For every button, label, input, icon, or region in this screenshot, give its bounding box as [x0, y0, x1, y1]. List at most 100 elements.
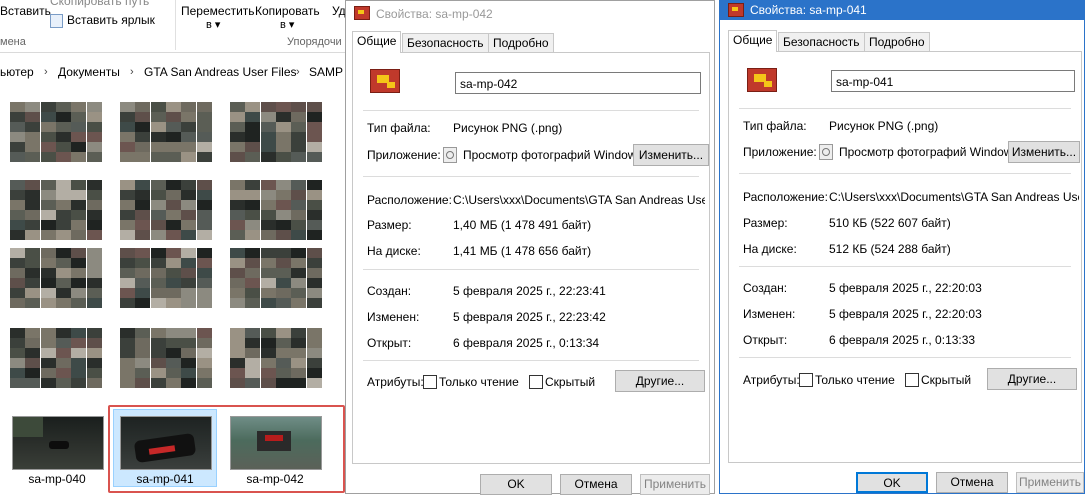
pixel-block	[260, 268, 276, 278]
pixel-block	[120, 368, 135, 378]
delete-button[interactable]: Уд	[332, 4, 346, 18]
pixelated-thumbnail[interactable]	[120, 248, 212, 308]
dialog-titlebar[interactable]: Свойства: sa-mp-041	[720, 1, 1084, 20]
organize-group-label: Упорядочи	[287, 36, 342, 48]
filename-field[interactable]: sa-mp-042	[455, 72, 701, 94]
tab-details[interactable]: Подробно	[488, 33, 554, 52]
pixelated-thumbnail[interactable]	[10, 102, 102, 162]
opened-label: Открыт:	[743, 333, 788, 347]
paste-shortcut-button[interactable]: Вставить ярлык	[67, 13, 155, 27]
tab-security[interactable]: Безопасность	[778, 32, 865, 51]
pixel-block	[196, 288, 212, 298]
pixel-block	[40, 378, 56, 388]
pixel-block	[245, 328, 261, 338]
file-name-label[interactable]: sa-mp-040	[7, 472, 107, 486]
pixel-block	[55, 358, 71, 368]
tab-general[interactable]: Общие	[352, 31, 402, 53]
pixelated-thumbnail[interactable]	[10, 328, 102, 394]
pixel-block	[260, 230, 276, 240]
pixelated-thumbnail[interactable]	[230, 328, 322, 394]
hidden-label[interactable]: Скрытый	[545, 375, 595, 389]
tab-details[interactable]: Подробно	[864, 32, 930, 51]
tab-strip: Общие Безопасность Подробно	[728, 30, 1078, 52]
pixel-block	[10, 122, 25, 132]
pixelated-thumbnail[interactable]	[120, 102, 212, 162]
pixel-block	[306, 142, 322, 152]
pixel-block	[40, 288, 56, 298]
pixel-block	[275, 220, 291, 230]
move-to-button[interactable]: Переместить	[181, 4, 255, 18]
other-attributes-button[interactable]: Другие...	[987, 368, 1077, 390]
paste-button[interactable]: Вставить	[0, 4, 51, 18]
readonly-label[interactable]: Только чтение	[815, 373, 895, 387]
copy-path-button[interactable]: Скопировать путь	[50, 0, 149, 8]
file-thumbnail-sa-mp-040[interactable]	[12, 416, 104, 470]
pixelated-thumbnail[interactable]	[120, 328, 212, 394]
tab-strip: Общие Безопасность Подробно	[352, 31, 712, 53]
breadcrumb-computer[interactable]: ьютер	[0, 60, 34, 84]
pixel-block	[245, 298, 261, 308]
pixel-block	[230, 368, 245, 378]
readonly-checkbox[interactable]	[423, 375, 437, 389]
pixel-block	[245, 102, 261, 112]
breadcrumb-user-files[interactable]: GTA San Andreas User Files	[144, 60, 297, 84]
pixel-block	[245, 348, 261, 358]
readonly-label[interactable]: Только чтение	[439, 375, 519, 389]
hidden-label[interactable]: Скрытый	[921, 373, 971, 387]
dialog-titlebar[interactable]: Свойства: sa-mp-042	[346, 1, 714, 27]
pixel-block	[135, 142, 151, 152]
pixelated-thumbnail[interactable]	[230, 248, 322, 308]
readonly-checkbox[interactable]	[799, 373, 813, 387]
pixel-block	[275, 152, 291, 162]
move-to-arrow[interactable]: в ▾	[206, 18, 220, 31]
pixel-block	[150, 268, 166, 278]
cancel-button[interactable]: Отмена	[560, 474, 632, 495]
apply-button[interactable]: Применить	[1016, 472, 1084, 493]
ok-button[interactable]: OK	[480, 474, 552, 495]
change-app-button[interactable]: Изменить...	[1008, 141, 1080, 163]
pixelated-thumbnail[interactable]	[10, 248, 102, 308]
tab-security[interactable]: Безопасность	[402, 33, 489, 52]
pixel-block	[55, 230, 71, 240]
pixel-block	[71, 190, 87, 200]
pixel-block	[230, 220, 245, 230]
pixel-block	[291, 142, 307, 152]
pixelated-thumbnail[interactable]	[230, 180, 322, 240]
pixel-block	[71, 288, 87, 298]
pixelated-thumbnail[interactable]	[120, 180, 212, 240]
pixel-block	[71, 348, 87, 358]
pixel-block	[55, 368, 71, 378]
pixel-block	[306, 358, 322, 368]
pixel-block	[40, 368, 56, 378]
pixel-block	[10, 210, 25, 220]
pixel-block	[260, 112, 276, 122]
hidden-checkbox[interactable]	[529, 375, 543, 389]
pixel-block	[120, 180, 135, 190]
pixel-block	[150, 142, 166, 152]
pixel-block	[120, 278, 135, 288]
tab-general[interactable]: Общие	[728, 30, 778, 52]
other-attributes-button[interactable]: Другие...	[615, 370, 705, 392]
pixel-block	[260, 248, 276, 258]
ok-button[interactable]: OK	[856, 472, 928, 493]
pixelated-thumbnail[interactable]	[230, 102, 322, 162]
hidden-checkbox[interactable]	[905, 373, 919, 387]
modified-label: Изменен:	[367, 310, 420, 324]
breadcrumb-documents[interactable]: Документы	[58, 60, 120, 84]
copy-to-button[interactable]: Копировать	[255, 4, 320, 18]
pixel-block	[230, 298, 245, 308]
app-label: Приложение:	[367, 148, 441, 162]
pixel-block	[10, 358, 25, 368]
pixel-block	[40, 112, 56, 122]
pixel-block	[120, 348, 135, 358]
filename-field[interactable]: sa-mp-041	[831, 70, 1075, 92]
copy-to-arrow[interactable]: в ▾	[280, 18, 294, 31]
pixel-block	[40, 102, 56, 112]
pixel-block	[150, 210, 166, 220]
cancel-button[interactable]: Отмена	[936, 472, 1008, 493]
apply-button[interactable]: Применить	[640, 474, 710, 495]
pixelated-thumbnail[interactable]	[10, 180, 102, 240]
breadcrumb-samp[interactable]: SAMP	[309, 60, 343, 84]
change-app-button[interactable]: Изменить...	[633, 144, 709, 166]
pixel-block	[120, 102, 135, 112]
